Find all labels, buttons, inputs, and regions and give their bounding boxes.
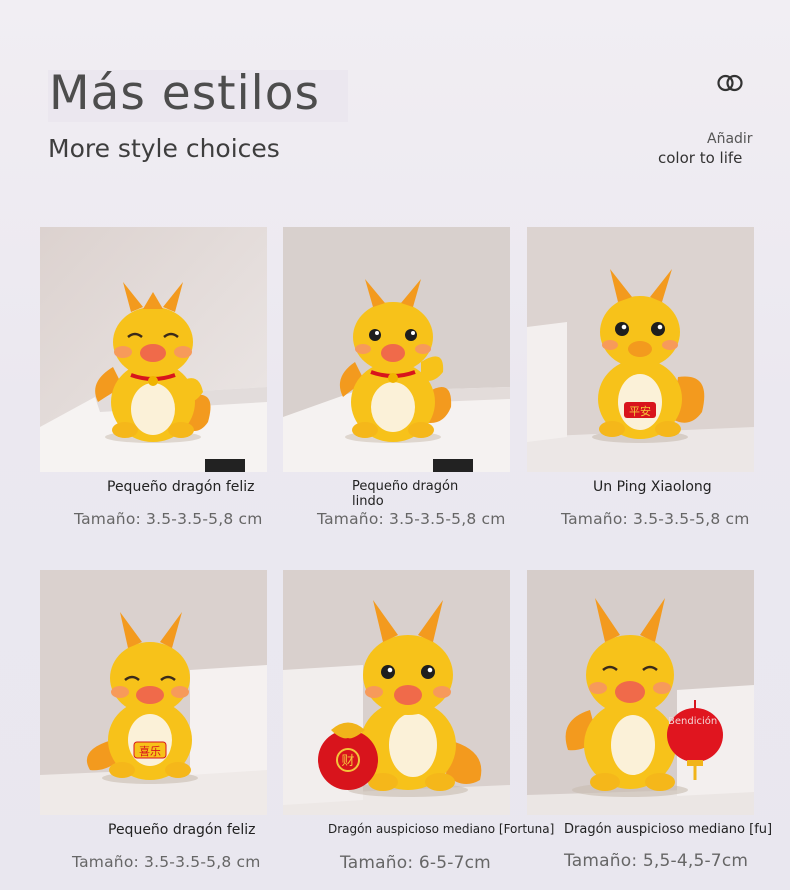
- svg-text:喜乐: 喜乐: [139, 745, 161, 758]
- product-image-4[interactable]: 喜乐: [40, 570, 267, 815]
- product-size: Tamaño: 3.5-3.5-5,8 cm: [72, 853, 261, 871]
- product-size: Tamaño: 6-5-7cm: [340, 853, 491, 873]
- product-image-1[interactable]: [40, 227, 267, 472]
- tagline-line1: Añadir: [707, 131, 753, 147]
- product-name: Dragón auspicioso mediano [Fortuna]: [328, 822, 555, 836]
- product-name: Pequeño dragón feliz: [107, 479, 255, 495]
- svg-text:财: 财: [341, 754, 354, 769]
- product-image-6[interactable]: [527, 570, 754, 815]
- svg-text:平安: 平安: [629, 404, 651, 418]
- product-name: Pequeño dragón lindo: [352, 479, 459, 509]
- product-image-5[interactable]: 财: [283, 570, 510, 815]
- product-image-3[interactable]: 平安: [527, 227, 754, 472]
- lantern-label: Bendición: [668, 716, 718, 727]
- product-size: Tamaño: 3.5-3.5-5,8 cm: [317, 510, 506, 528]
- page-subtitle: More style choices: [48, 134, 280, 163]
- interlocked-rings-icon: [717, 74, 743, 92]
- product-size: Tamaño: 3.5-3.5-5,8 cm: [74, 510, 263, 528]
- product-name: Un Ping Xiaolong: [593, 479, 712, 495]
- tagline-line2: color to life: [658, 149, 743, 167]
- product-name: Pequeño dragón feliz: [108, 822, 256, 838]
- product-name: Dragón auspicioso mediano [fu]: [564, 822, 773, 837]
- product-size: Tamaño: 3.5-3.5-5,8 cm: [561, 510, 750, 528]
- product-size: Tamaño: 5,5-4,5-7cm: [564, 851, 749, 871]
- page-title: Más estilos: [49, 66, 320, 121]
- product-image-2[interactable]: [283, 227, 510, 472]
